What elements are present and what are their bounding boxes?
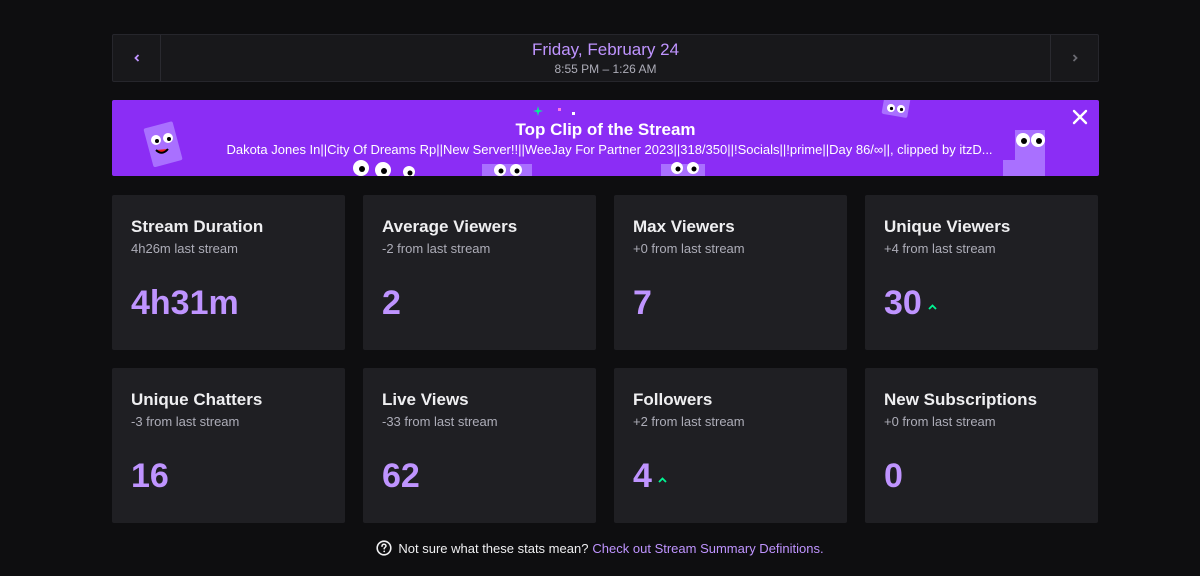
stat-value-wrapper: 30	[884, 282, 937, 324]
stat-card-max-viewers: Max Viewers +0 from last stream 7	[614, 195, 847, 350]
stat-comparison: -3 from last stream	[131, 414, 240, 429]
date-navigator: Friday, February 24 8:55 PM – 1:26 AM	[112, 34, 1099, 82]
mascot-right-icon	[1003, 130, 1045, 176]
stat-value: 16	[131, 457, 169, 495]
top-clip-banner[interactable]: Top Clip of the Stream Dakota Jones In||…	[112, 100, 1099, 176]
mascot-center-bottom-icon	[482, 164, 532, 176]
stat-value-wrapper: 4h31m	[131, 282, 239, 324]
stat-title: Followers	[633, 390, 713, 409]
stat-card-followers: Followers +2 from last stream 4	[614, 368, 847, 523]
mascot-top-right-icon	[881, 100, 911, 118]
stat-value-wrapper: 0	[884, 455, 903, 497]
stream-date: Friday, February 24	[531, 39, 680, 59]
stat-card-average-viewers: Average Viewers -2 from last stream 2	[363, 195, 596, 350]
stat-title: New Subscriptions	[884, 390, 1038, 409]
stat-comparison: -33 from last stream	[382, 414, 498, 429]
stat-value-wrapper: 7	[633, 282, 652, 324]
stat-title: Max Viewers	[633, 217, 735, 236]
stat-value: 2	[382, 284, 401, 322]
stat-title: Average Viewers	[382, 217, 518, 236]
trend-up-icon	[658, 477, 667, 483]
stats-help-footer: Not sure what these stats mean? Check ou…	[0, 540, 1200, 556]
stat-value: 4h31m	[131, 284, 239, 322]
trend-up-icon	[928, 304, 937, 310]
stat-value: 0	[884, 457, 903, 495]
stat-value: 4	[633, 457, 652, 495]
stat-comparison: +4 from last stream	[884, 241, 996, 256]
stat-value: 30	[884, 284, 922, 322]
stat-comparison: +2 from last stream	[633, 414, 745, 429]
stat-card-new-subscriptions: New Subscriptions +0 from last stream 0	[865, 368, 1098, 523]
date-display: Friday, February 24 8:55 PM – 1:26 AM	[161, 35, 1050, 81]
next-stream-button[interactable]	[1050, 35, 1098, 81]
stat-value-wrapper: 16	[131, 455, 169, 497]
stat-value-wrapper: 62	[382, 455, 420, 497]
mascot-left-icon	[143, 121, 183, 168]
chevron-left-icon	[133, 54, 139, 62]
stat-title: Live Views	[382, 390, 469, 409]
top-clip-title[interactable]: Dakota Jones In||City Of Dreams Rp||New …	[226, 141, 992, 159]
stat-card-live-views: Live Views -33 from last stream 62	[363, 368, 596, 523]
stream-summary: Friday, February 24 8:55 PM – 1:26 AM To…	[112, 34, 1099, 523]
stat-title: Unique Viewers	[884, 217, 1011, 236]
stat-card-stream-duration: Stream Duration 4h26m last stream 4h31m	[112, 195, 345, 350]
stat-value: 7	[633, 284, 652, 322]
stat-comparison: -2 from last stream	[382, 241, 491, 256]
question-circle-icon	[376, 540, 392, 556]
previous-stream-button[interactable]	[113, 35, 161, 81]
stat-value-wrapper: 2	[382, 282, 401, 324]
close-icon[interactable]	[1071, 108, 1089, 126]
stat-card-unique-chatters: Unique Chatters -3 from last stream 16	[112, 368, 345, 523]
stat-comparison: +0 from last stream	[633, 241, 745, 256]
stat-value-wrapper: 4	[633, 455, 667, 497]
help-question-text: Not sure what these stats mean?	[398, 540, 589, 556]
stat-title: Unique Chatters	[131, 390, 263, 409]
stats-grid: Stream Duration 4h26m last stream 4h31m …	[112, 195, 1099, 523]
stat-card-unique-viewers: Unique Viewers +4 from last stream 30	[865, 195, 1098, 350]
mascot-bottom-left-icon	[353, 160, 415, 176]
stat-comparison: 4h26m last stream	[131, 241, 238, 256]
sparkle-icon	[533, 106, 575, 116]
chevron-right-icon	[1072, 54, 1078, 62]
mascot-right-bottom-icon	[661, 162, 705, 176]
stream-time-range: 8:55 PM – 1:26 AM	[554, 61, 657, 76]
stream-summary-definitions-link[interactable]: Check out Stream Summary Definitions.	[592, 541, 823, 556]
stat-value: 62	[382, 457, 420, 495]
stat-title: Stream Duration	[131, 217, 264, 236]
stat-comparison: +0 from last stream	[884, 414, 996, 429]
top-clip-heading: Top Clip of the Stream	[515, 120, 696, 139]
